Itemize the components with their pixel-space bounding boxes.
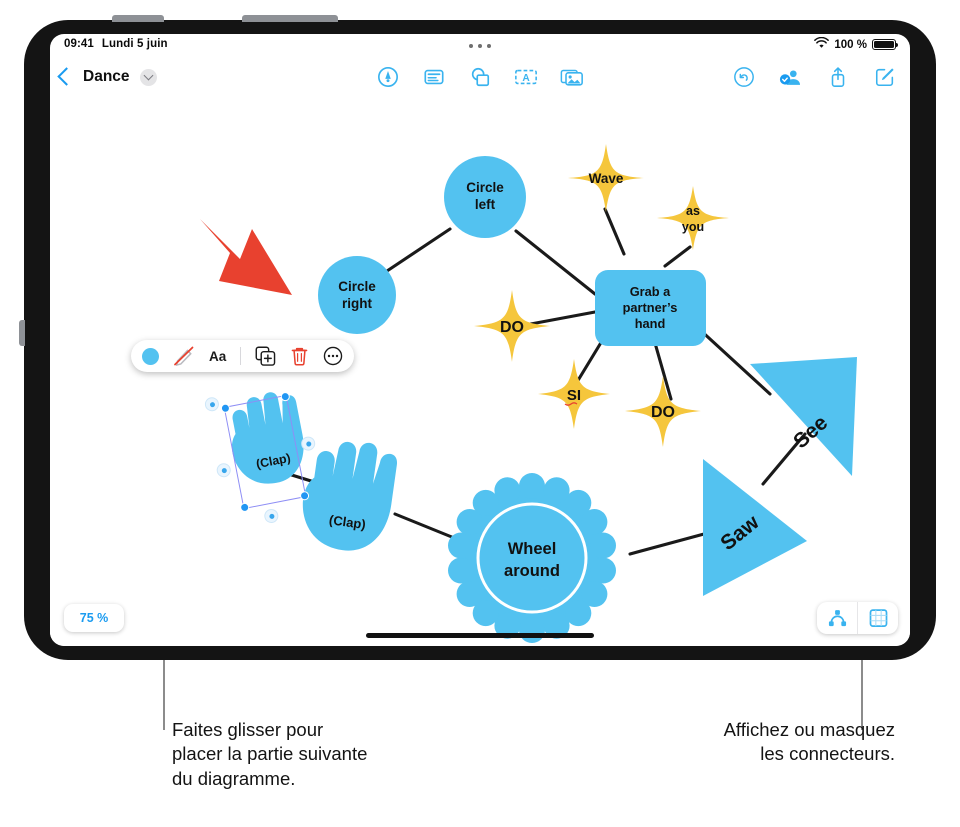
toolbar-right-group <box>731 64 898 90</box>
node-circle-left[interactable]: Circle left <box>444 156 526 238</box>
node-clap-right[interactable]: (Clap) <box>297 435 399 556</box>
callout-right-line2: les connecteurs. <box>760 743 895 765</box>
diagram-svg: Circle left Circle right Wave as you Gra… <box>200 144 857 643</box>
status-bar-right: 100 % <box>814 36 899 52</box>
bottom-right-controls <box>817 602 898 634</box>
connector <box>628 532 706 556</box>
toolbar-divider <box>240 347 242 365</box>
ipad-screen: 09:41 Lundi 5 juin 100 % Dance A Circle … <box>50 34 910 646</box>
chevron-left-icon[interactable] <box>57 67 76 86</box>
status-bar: 09:41 Lundi 5 juin 100 % <box>50 34 910 60</box>
node-label-line1: as <box>686 204 700 218</box>
screenshot-root: 09:41 Lundi 5 juin 100 % Dance A Circle … <box>0 0 960 827</box>
callout-left-line1: Faites glisser pour <box>172 719 324 740</box>
callout-right-line1: Affichez ou masquez <box>723 719 895 740</box>
status-date: Lundi 5 juin <box>101 38 168 50</box>
node-label-line1: Circle <box>338 279 376 294</box>
node-label: DO <box>500 319 524 336</box>
node-wave[interactable]: Wave <box>568 144 644 212</box>
duplicate-plus-icon[interactable] <box>255 345 276 367</box>
callout-left-line3: du diagramme. <box>172 767 296 789</box>
toolbar-left-group: Dance <box>57 67 157 86</box>
node-as-you[interactable]: as you <box>657 186 729 250</box>
node-wheel-around[interactable]: Wheel around <box>448 473 616 643</box>
red-arrow-annotation[interactable] <box>200 219 292 295</box>
connector <box>514 229 597 296</box>
node-label: Wave <box>589 171 624 186</box>
node-label-line2: around <box>504 562 560 580</box>
three-dots-icon[interactable] <box>469 44 491 48</box>
battery-icon <box>872 39 899 50</box>
status-bar-left: 09:41 Lundi 5 juin <box>64 38 168 50</box>
fill-color-swatch[interactable] <box>142 347 159 365</box>
callout-left-line2: placer la partie suivante <box>172 743 368 765</box>
wifi-icon <box>814 36 830 52</box>
node-label-line2: right <box>342 296 372 311</box>
device-side-button <box>19 320 25 346</box>
node-saw[interactable]: Saw <box>703 459 807 596</box>
diagram-canvas[interactable]: Circle left Circle right Wave as you Gra… <box>50 104 910 646</box>
callout-right-text: Affichez ou masquez les connecteurs. <box>724 718 895 767</box>
node-do-right[interactable]: DO <box>625 376 701 447</box>
node-grab-partner[interactable]: Grab a partner’s hand <box>595 270 706 346</box>
undo-icon[interactable] <box>731 64 757 90</box>
zoom-level-badge[interactable]: 75 % <box>64 604 124 632</box>
share-up-arrow-icon[interactable] <box>825 64 851 90</box>
node-see[interactable]: See <box>750 357 857 476</box>
node-label-line3: hand <box>635 316 666 331</box>
connector <box>603 207 626 256</box>
connector <box>663 245 692 268</box>
node-label: DO <box>651 404 675 421</box>
trash-icon[interactable] <box>290 345 309 367</box>
node-label: SI <box>567 387 581 404</box>
node-label-line1: Circle <box>466 180 504 195</box>
format-popup-toolbar: Aa <box>131 340 355 372</box>
status-time: 09:41 <box>64 38 94 50</box>
pen-circle-icon[interactable] <box>375 64 401 90</box>
connector <box>696 326 772 396</box>
node-circle-right[interactable]: Circle right <box>318 256 396 334</box>
node-label-line2: you <box>682 220 704 234</box>
callout-left-text: Faites glisser pour placer la partie sui… <box>172 718 367 791</box>
text-format-button[interactable]: Aa <box>209 345 226 367</box>
ellipsis-circle-icon[interactable] <box>323 345 343 367</box>
node-label-line1: Grab a <box>630 284 671 299</box>
node-label-line2: left <box>475 197 496 212</box>
node-do-left[interactable]: DO <box>474 290 550 362</box>
text-a-icon[interactable]: A <box>513 64 539 90</box>
toggle-connectors-button[interactable] <box>817 602 857 634</box>
compose-pencil-icon[interactable] <box>872 64 898 90</box>
ipad-device-frame: 09:41 Lundi 5 juin 100 % Dance A Circle … <box>19 15 936 660</box>
battery-percent-label: 100 % <box>834 38 867 51</box>
text-box-icon[interactable] <box>421 64 447 90</box>
resize-handle-top-left[interactable] <box>220 402 231 414</box>
chevron-down-icon[interactable] <box>139 68 157 86</box>
home-indicator[interactable] <box>366 633 594 638</box>
toolbar-center-group: A <box>375 64 585 90</box>
app-toolbar: Dance A <box>50 60 910 104</box>
pen-slash-icon[interactable] <box>173 345 195 367</box>
document-title[interactable]: Dance <box>83 68 130 86</box>
shapes-icon[interactable] <box>467 64 493 90</box>
node-label-line1: Wheel <box>508 540 557 558</box>
connector <box>385 227 452 273</box>
photo-icon[interactable] <box>559 64 585 90</box>
toggle-grid-button[interactable] <box>857 602 898 634</box>
node-label-line2: partner’s <box>623 300 678 315</box>
svg-text:A: A <box>522 73 530 84</box>
collaborate-person-icon[interactable] <box>778 64 804 90</box>
node-si[interactable]: SI <box>538 359 610 429</box>
